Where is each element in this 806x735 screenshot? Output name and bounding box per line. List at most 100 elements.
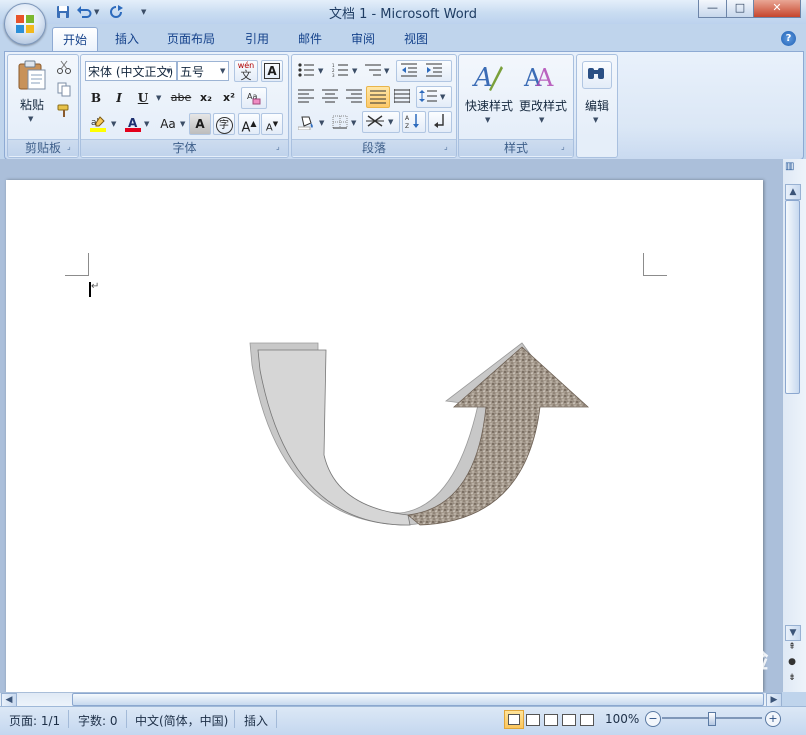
bullets-icon[interactable] bbox=[298, 63, 314, 77]
underline-button[interactable]: U bbox=[132, 87, 154, 109]
close-button[interactable]: ✕ bbox=[753, 0, 801, 18]
web-layout-view-icon[interactable] bbox=[544, 714, 558, 726]
scroll-right-button[interactable]: ▶ bbox=[766, 693, 782, 707]
tab-view[interactable]: 视图 bbox=[394, 27, 438, 51]
vertical-scroll-thumb[interactable] bbox=[785, 200, 800, 394]
shading-icon[interactable] bbox=[298, 114, 316, 130]
underline-dropdown-icon[interactable]: ▼ bbox=[156, 94, 161, 102]
page-count[interactable]: 页面: 1/1 bbox=[9, 712, 60, 729]
tab-home[interactable]: 开始 bbox=[52, 27, 98, 52]
editing-button[interactable]: 编辑 bbox=[577, 97, 617, 114]
borders-dropdown-icon[interactable]: ▼ bbox=[351, 119, 356, 127]
borders-icon[interactable] bbox=[332, 115, 348, 129]
horizontal-scroll-thumb[interactable] bbox=[72, 693, 764, 706]
char-border-button[interactable]: A bbox=[261, 60, 283, 82]
quick-styles-button[interactable]: 快速样式 bbox=[461, 97, 517, 114]
font-color-button[interactable]: A bbox=[121, 113, 145, 135]
italic-button[interactable]: I bbox=[108, 87, 130, 109]
multilevel-dropdown-icon[interactable]: ▼ bbox=[384, 67, 389, 75]
font-name-combo[interactable]: 宋体 (中文正文) bbox=[85, 61, 177, 81]
shading-dropdown-icon[interactable]: ▼ bbox=[319, 119, 324, 127]
paragraph-launcher-icon[interactable]: ⌟ bbox=[444, 143, 452, 151]
numbering-icon[interactable]: 123 bbox=[332, 63, 348, 77]
justify-button[interactable] bbox=[366, 86, 390, 108]
shrink-font-button[interactable]: A▼ bbox=[261, 113, 283, 135]
clipboard-launcher-icon[interactable]: ⌟ bbox=[67, 143, 75, 151]
redo-icon[interactable] bbox=[108, 4, 124, 20]
quick-styles-dropdown-icon[interactable]: ▼ bbox=[485, 116, 490, 124]
change-styles-icon[interactable]: A A bbox=[523, 60, 557, 92]
insert-mode-indicator[interactable]: 插入 bbox=[244, 712, 268, 729]
phonetic-guide-button[interactable]: wén 文 bbox=[234, 60, 258, 82]
zoom-out-button[interactable]: − bbox=[645, 711, 661, 727]
full-screen-reading-view-icon[interactable] bbox=[526, 714, 540, 726]
help-icon[interactable]: ? bbox=[781, 31, 796, 46]
multilevel-list-icon[interactable] bbox=[365, 63, 381, 77]
styles-launcher-icon[interactable]: ⌟ bbox=[561, 143, 569, 151]
quick-styles-icon[interactable]: A bbox=[471, 60, 503, 92]
character-shading-button[interactable]: A bbox=[189, 113, 211, 135]
scroll-up-button[interactable]: ▲ bbox=[785, 184, 801, 200]
save-icon[interactable] bbox=[55, 4, 71, 20]
next-page-icon[interactable]: ⇟ bbox=[786, 673, 798, 685]
change-styles-dropdown-icon[interactable]: ▼ bbox=[539, 116, 544, 124]
strikethrough-button[interactable]: abe bbox=[167, 87, 195, 109]
language-indicator[interactable]: 中文(简体，中国) bbox=[135, 712, 228, 729]
zoom-level[interactable]: 100% bbox=[605, 712, 639, 726]
word-count[interactable]: 字数: 0 bbox=[78, 712, 118, 729]
maximize-button[interactable]: □ bbox=[726, 0, 754, 18]
font-name-dropdown-icon[interactable]: ▼ bbox=[166, 67, 172, 75]
highlight-dropdown-icon[interactable]: ▼ bbox=[111, 120, 116, 128]
tab-page-layout[interactable]: 页面布局 bbox=[158, 27, 224, 51]
tab-insert[interactable]: 插入 bbox=[105, 27, 149, 51]
format-painter-icon[interactable] bbox=[56, 103, 72, 119]
decrease-indent-icon[interactable] bbox=[401, 63, 417, 77]
enclose-characters-button[interactable]: 字 bbox=[213, 113, 235, 135]
draft-view-icon[interactable] bbox=[580, 714, 594, 726]
paste-icon[interactable] bbox=[16, 59, 48, 91]
font-launcher-icon[interactable]: ⌟ bbox=[276, 143, 284, 151]
scroll-left-button[interactable]: ◀ bbox=[1, 693, 17, 707]
cut-icon[interactable] bbox=[56, 59, 72, 75]
font-color-dropdown-icon[interactable]: ▼ bbox=[144, 120, 149, 128]
clear-formatting-button[interactable]: Aa bbox=[241, 87, 267, 109]
browse-object-icon[interactable]: ● bbox=[786, 657, 798, 669]
tab-review[interactable]: 审阅 bbox=[341, 27, 385, 51]
customize-qat-icon[interactable]: ▼ bbox=[141, 8, 146, 16]
align-center-icon[interactable] bbox=[322, 89, 338, 103]
grow-font-button[interactable]: A▲ bbox=[238, 113, 260, 135]
change-case-button[interactable]: Aa bbox=[153, 113, 183, 135]
tab-mailings[interactable]: 邮件 bbox=[288, 27, 332, 51]
numbering-dropdown-icon[interactable]: ▼ bbox=[352, 67, 357, 75]
font-size-dropdown-icon[interactable]: ▼ bbox=[220, 67, 225, 75]
ruler-toggle-icon[interactable]: ▥ bbox=[785, 161, 797, 177]
undo-icon[interactable] bbox=[76, 4, 92, 20]
previous-page-icon[interactable]: ⇞ bbox=[786, 642, 798, 654]
change-styles-button[interactable]: 更改样式 bbox=[515, 97, 571, 114]
copy-icon[interactable] bbox=[56, 81, 72, 97]
editing-dropdown-icon[interactable]: ▼ bbox=[593, 116, 598, 124]
binoculars-icon bbox=[588, 68, 604, 79]
paste-dropdown-icon[interactable]: ▼ bbox=[28, 115, 33, 123]
change-case-dropdown-icon[interactable]: ▼ bbox=[180, 120, 185, 128]
align-right-icon[interactable] bbox=[346, 89, 362, 103]
tab-references[interactable]: 引用 bbox=[235, 27, 279, 51]
bold-button[interactable]: B bbox=[85, 87, 107, 109]
minimize-button[interactable]: — bbox=[698, 0, 727, 18]
scroll-down-button[interactable]: ▼ bbox=[785, 625, 801, 641]
chinese-layout-dropdown-icon[interactable]: ▼ bbox=[388, 118, 393, 126]
subscript-button[interactable]: x₂ bbox=[194, 87, 218, 109]
zoom-slider-thumb[interactable] bbox=[708, 712, 716, 726]
distributed-icon[interactable] bbox=[394, 89, 410, 103]
superscript-button[interactable]: x² bbox=[217, 87, 241, 109]
align-left-icon[interactable] bbox=[298, 89, 314, 103]
outline-view-icon[interactable] bbox=[562, 714, 576, 726]
line-spacing-dropdown-icon[interactable]: ▼ bbox=[440, 93, 445, 101]
zoom-in-button[interactable]: + bbox=[765, 711, 781, 727]
u-turn-arrow-shape[interactable] bbox=[240, 335, 600, 535]
increase-indent-icon[interactable] bbox=[426, 63, 442, 77]
highlight-button[interactable]: ab bbox=[85, 113, 111, 135]
bullets-dropdown-icon[interactable]: ▼ bbox=[318, 67, 323, 75]
undo-dropdown-icon[interactable]: ▼ bbox=[94, 8, 99, 16]
paste-button[interactable]: 粘贴 bbox=[12, 96, 52, 113]
